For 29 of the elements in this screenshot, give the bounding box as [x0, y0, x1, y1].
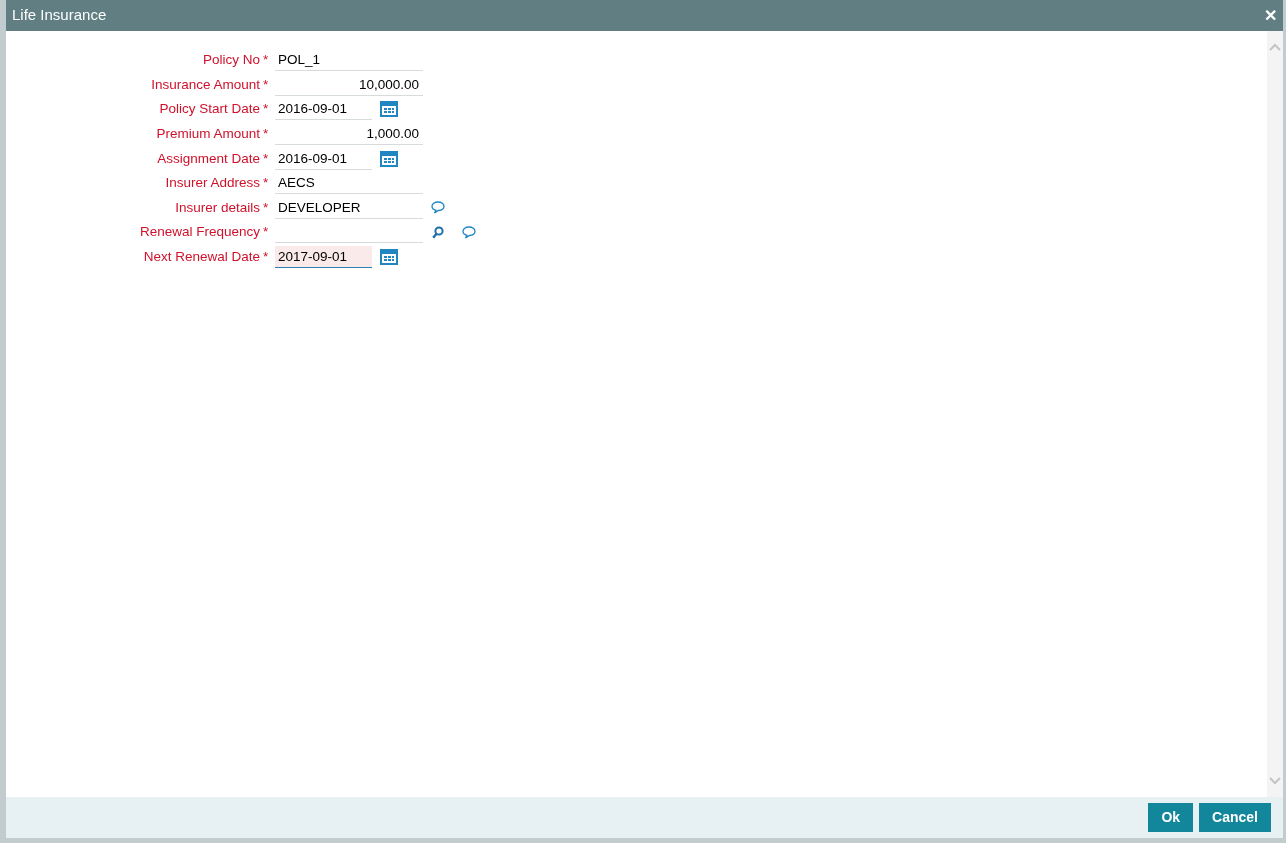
- calendar-icon[interactable]: [380, 249, 398, 266]
- required-mark: *: [263, 124, 270, 143]
- field-label: Policy No: [201, 51, 261, 70]
- required-mark: *: [263, 149, 270, 168]
- field-label: Assignment Date: [156, 149, 261, 168]
- required-mark: *: [263, 51, 270, 70]
- comment-icon[interactable]: [431, 201, 445, 215]
- input-field[interactable]: 2017-09-01: [275, 246, 372, 269]
- dialog-button[interactable]: Cancel: [1199, 803, 1271, 832]
- required-mark: *: [263, 247, 270, 266]
- field-label: Insurer details: [174, 198, 261, 217]
- comment-icon[interactable]: [462, 225, 476, 239]
- field-label: Next Renewal Date: [142, 247, 261, 266]
- required-mark: *: [263, 198, 270, 217]
- search-icon[interactable]: [432, 225, 444, 239]
- required-mark: *: [263, 75, 270, 94]
- required-mark: *: [263, 223, 270, 242]
- close-button[interactable]: ✕: [1264, 7, 1277, 24]
- required-mark: *: [263, 174, 270, 193]
- field-label: Premium Amount: [155, 124, 261, 143]
- calendar-icon[interactable]: [380, 150, 398, 167]
- dialog-button[interactable]: Ok: [1148, 803, 1194, 832]
- calendar-icon[interactable]: [380, 101, 398, 118]
- required-mark: *: [263, 100, 270, 119]
- field-label: Renewal Frequency: [138, 223, 261, 242]
- window-title: Life Insurance: [12, 5, 107, 26]
- field-label: Insurer Address: [164, 174, 261, 193]
- field-label: Policy Start Date: [158, 100, 261, 119]
- field-label: Insurance Amount: [150, 75, 261, 94]
